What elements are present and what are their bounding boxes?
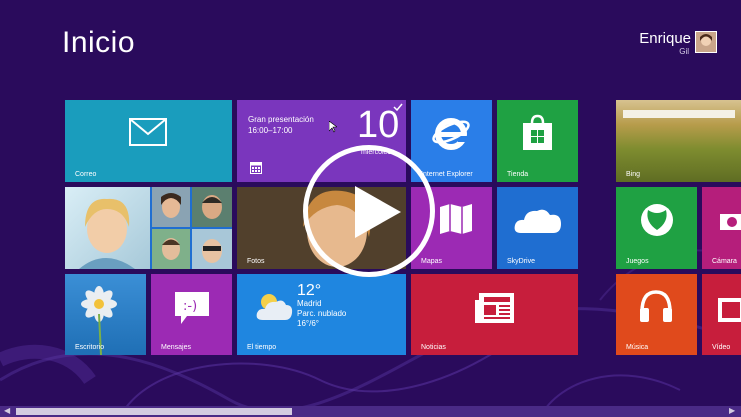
tile-camera[interactable]: Cámara [702,187,741,269]
bing-search-box[interactable] [623,110,735,118]
calendar-time: 16:00–17:00 [248,126,293,135]
messaging-icon: :-) [175,292,209,324]
xbox-icon [641,204,673,236]
tile-label: Bing [626,171,641,178]
scroll-left-icon[interactable]: ◀ [4,406,10,415]
tile-label: Correo [75,171,97,178]
tile-people[interactable] [65,187,232,269]
tile-label: Noticias [421,344,446,351]
people-photo-4 [192,229,232,269]
calendar-icon [250,162,262,174]
mouse-cursor-icon [329,121,337,133]
tile-news[interactable]: Noticias [411,274,578,355]
tile-label: Música [626,344,649,351]
weather-condition: Parc. nublado [297,309,347,318]
tile-weather[interactable]: 12° Madrid Parc. nublado 16°/6° El tiemp… [237,274,406,355]
tile-label: Mapas [421,258,443,265]
weather-temperature: 12° [297,282,322,299]
scrollbar-thumb[interactable] [16,408,292,415]
avatar[interactable] [695,31,717,53]
scroll-right-icon[interactable]: ▶ [729,406,735,415]
internet-explorer-icon [432,118,470,150]
tile-desktop[interactable]: Escritorio [65,274,146,355]
user-photo-icon [696,32,716,52]
tile-store[interactable]: Tienda [497,100,578,182]
user-surname: Gil [679,47,689,56]
news-icon [475,293,514,323]
tile-label: Vídeo [712,344,731,351]
page-title: Inicio [62,26,136,59]
svg-text::-): :-) [183,299,197,314]
tile-label: SkyDrive [507,258,536,265]
tile-label: Tienda [507,171,529,178]
tile-skydrive[interactable]: SkyDrive [497,187,578,269]
tile-bing[interactable]: Bing [616,100,741,182]
store-icon [523,114,552,150]
headphones-icon [640,290,672,322]
desktop-wallpaper-image [81,286,117,355]
tile-label: Mensajes [161,344,191,351]
weather-range: 16°/6° [297,319,319,328]
tile-mail[interactable]: Correo [65,100,232,182]
people-photo-2 [192,187,232,227]
tile-label: Escritorio [75,344,105,351]
tile-messages[interactable]: :-) Mensajes [151,274,232,355]
people-photo-main [65,187,150,269]
tile-internet-explorer[interactable]: Internet Explorer [411,100,492,182]
tile-games[interactable]: Juegos [616,187,697,269]
tile-label: Juegos [626,258,649,265]
tile-label: Internet Explorer [421,171,473,178]
weather-city: Madrid [297,299,322,308]
checkmark-icon [393,103,403,111]
partly-cloudy-icon [256,294,293,320]
video-icon [718,298,741,322]
map-icon [440,204,472,234]
cloud-icon [514,209,561,233]
people-photo-1 [152,187,190,227]
camera-icon [720,214,741,230]
mail-icon [129,118,167,146]
tile-label: Fotos [247,258,265,265]
people-photo-3 [152,229,190,269]
tile-music[interactable]: Música [616,274,697,355]
tile-label: Cámara [712,258,737,265]
user-name[interactable]: Enrique [639,30,691,47]
tile-label: El tiempo [247,344,277,351]
tile-video[interactable]: Vídeo [702,274,741,355]
play-button[interactable] [303,145,435,277]
calendar-event: Gran presentación [248,115,314,124]
play-icon [355,186,401,238]
